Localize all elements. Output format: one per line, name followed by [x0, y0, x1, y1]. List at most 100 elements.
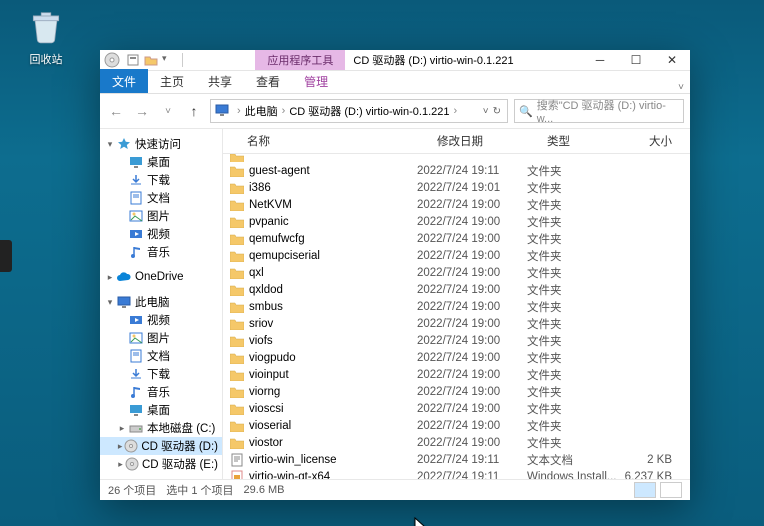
list-item[interactable]: smbus2022/7/24 19:00文件夹: [223, 298, 690, 315]
list-item[interactable]: viostor2022/7/24 19:00文件夹: [223, 434, 690, 451]
ribbon-view[interactable]: 查看: [244, 69, 292, 93]
list-item[interactable]: pvpanic2022/7/24 19:00文件夹: [223, 213, 690, 230]
close-button[interactable]: ✕: [654, 50, 690, 70]
col-date[interactable]: 修改日期: [437, 133, 547, 149]
tree-pc-1[interactable]: 图片: [100, 329, 222, 347]
status-selection: 选中 1 个项目: [166, 482, 233, 498]
tree-pc-8[interactable]: ▸CD 驱动器 (E:): [100, 455, 222, 473]
tree-pc-5[interactable]: 桌面: [100, 401, 222, 419]
ribbon-home[interactable]: 主页: [148, 69, 196, 93]
col-size[interactable]: 大小: [637, 133, 690, 149]
list-item[interactable]: [223, 154, 690, 162]
tree-pc-7[interactable]: ▸CD 驱动器 (D:): [100, 437, 222, 455]
file-type: 文件夹: [527, 299, 617, 315]
list-item[interactable]: virtio-win-gt-x642022/7/24 19:11Windows …: [223, 468, 690, 479]
tree-quick-access[interactable]: ▾快速访问: [100, 135, 222, 153]
file-type: 文本文档: [527, 452, 617, 468]
tree-quick-3[interactable]: 图片: [100, 207, 222, 225]
qat-dropdown-icon[interactable]: ▾: [162, 53, 176, 67]
crumb-drive[interactable]: CD 驱动器 (D:) virtio-win-0.1.221: [289, 103, 449, 119]
list-item[interactable]: vioinput2022/7/24 19:00文件夹: [223, 366, 690, 383]
view-details-button[interactable]: [634, 482, 656, 498]
list-item[interactable]: qxl2022/7/24 19:00文件夹: [223, 264, 690, 281]
list-item[interactable]: viorng2022/7/24 19:00文件夹: [223, 383, 690, 400]
file-type: 文件夹: [527, 163, 617, 179]
crumb-dropdown-icon[interactable]: ˅: [483, 106, 489, 117]
tree-pc-6[interactable]: ▸本地磁盘 (C:): [100, 419, 222, 437]
file-size: 2 KB: [617, 454, 690, 466]
file-date: 2022/7/24 19:00: [417, 386, 527, 398]
col-name[interactable]: 名称: [223, 133, 437, 149]
tree-pc-4[interactable]: 音乐: [100, 383, 222, 401]
list-item[interactable]: i3862022/7/24 19:01文件夹: [223, 179, 690, 196]
list-item[interactable]: vioserial2022/7/24 19:00文件夹: [223, 417, 690, 434]
file-type: 文件夹: [527, 435, 617, 451]
tree-quick-4[interactable]: 视频: [100, 225, 222, 243]
search-icon: 🔍: [519, 105, 533, 118]
contextual-tab-label: 应用程序工具: [255, 50, 345, 70]
tree-quick-5[interactable]: 音乐: [100, 243, 222, 261]
video-icon: [128, 313, 144, 327]
file-name: viofs: [249, 335, 417, 347]
file-date: 2022/7/24 19:01: [417, 182, 527, 194]
ribbon-file[interactable]: 文件: [100, 69, 148, 93]
list-item[interactable]: qxldod2022/7/24 19:00文件夹: [223, 281, 690, 298]
search-input[interactable]: 🔍 搜索"CD 驱动器 (D:) virtio-w...: [514, 99, 684, 123]
nav-forward-button[interactable]: →: [132, 101, 152, 121]
nav-back-button[interactable]: ←: [106, 101, 126, 121]
file-name: sriov: [249, 318, 417, 330]
ribbon-collapse-icon[interactable]: ˅: [678, 82, 684, 93]
ribbon-manage[interactable]: 管理: [292, 69, 340, 93]
file-name: vioscsi: [249, 403, 417, 415]
folder-icon: [229, 181, 245, 195]
breadcrumb[interactable]: › 此电脑 › CD 驱动器 (D:) virtio-win-0.1.221 ›…: [210, 99, 508, 123]
address-bar-row: ← → ˅ ↑ › 此电脑 › CD 驱动器 (D:) virtio-win-0…: [100, 94, 690, 129]
minimize-button[interactable]: ─: [582, 50, 618, 70]
maximize-button[interactable]: ☐: [618, 50, 654, 70]
list-item[interactable]: guest-agent2022/7/24 19:11文件夹: [223, 162, 690, 179]
tree-quick-1[interactable]: 下载: [100, 171, 222, 189]
folder-icon: [229, 385, 245, 399]
folder-icon: [229, 334, 245, 348]
onedrive-icon: [116, 270, 132, 284]
nav-tree[interactable]: ▾快速访问桌面下载文档图片视频音乐▸OneDrive▾此电脑视频图片文档下载音乐…: [100, 129, 223, 479]
ribbon-share[interactable]: 共享: [196, 69, 244, 93]
list-item[interactable]: viogpudo2022/7/24 19:00文件夹: [223, 349, 690, 366]
tree-thispc[interactable]: ▾此电脑: [100, 293, 222, 311]
folder-icon: [229, 317, 245, 331]
col-type[interactable]: 类型: [547, 133, 637, 149]
tree-label: 桌面: [147, 402, 170, 418]
status-bar: 26 个项目 选中 1 个项目 29.6 MB: [100, 479, 690, 500]
nav-recent-button[interactable]: ˅: [158, 101, 178, 121]
qat-properties-icon[interactable]: [126, 53, 140, 67]
file-name: qemufwcfg: [249, 233, 417, 245]
tree-quick-0[interactable]: 桌面: [100, 153, 222, 171]
column-headers[interactable]: 名称 修改日期 类型 大小: [223, 129, 690, 154]
crumb-root[interactable]: 此电脑: [245, 103, 278, 119]
file-name: vioserial: [249, 420, 417, 432]
download-icon: [128, 173, 144, 187]
tree-pc-3[interactable]: 下载: [100, 365, 222, 383]
recycle-bin[interactable]: 回收站: [18, 8, 74, 67]
list-item[interactable]: qemupciserial2022/7/24 19:00文件夹: [223, 247, 690, 264]
tree-quick-2[interactable]: 文档: [100, 189, 222, 207]
quick-access-toolbar: ▾: [124, 53, 187, 67]
tree-pc-0[interactable]: 视频: [100, 311, 222, 329]
side-panel-tab[interactable]: [0, 240, 12, 272]
list-item[interactable]: NetKVM2022/7/24 19:00文件夹: [223, 196, 690, 213]
titlebar[interactable]: ▾ 应用程序工具 CD 驱动器 (D:) virtio-win-0.1.221 …: [100, 50, 690, 71]
list-item[interactable]: viofs2022/7/24 19:00文件夹: [223, 332, 690, 349]
list-item[interactable]: virtio-win_license2022/7/24 19:11文本文档2 K…: [223, 451, 690, 468]
view-large-button[interactable]: [660, 482, 682, 498]
list-item[interactable]: vioscsi2022/7/24 19:00文件夹: [223, 400, 690, 417]
drive-icon: [128, 421, 144, 435]
tree-onedrive[interactable]: ▸OneDrive: [100, 269, 222, 285]
file-date: 2022/7/24 19:00: [417, 403, 527, 415]
tree-label: 视频: [147, 226, 170, 242]
list-item[interactable]: sriov2022/7/24 19:00文件夹: [223, 315, 690, 332]
crumb-refresh-icon[interactable]: ↻: [493, 106, 501, 117]
qat-newfolder-icon[interactable]: [144, 53, 158, 67]
nav-up-button[interactable]: ↑: [184, 101, 204, 121]
list-item[interactable]: qemufwcfg2022/7/24 19:00文件夹: [223, 230, 690, 247]
tree-pc-2[interactable]: 文档: [100, 347, 222, 365]
